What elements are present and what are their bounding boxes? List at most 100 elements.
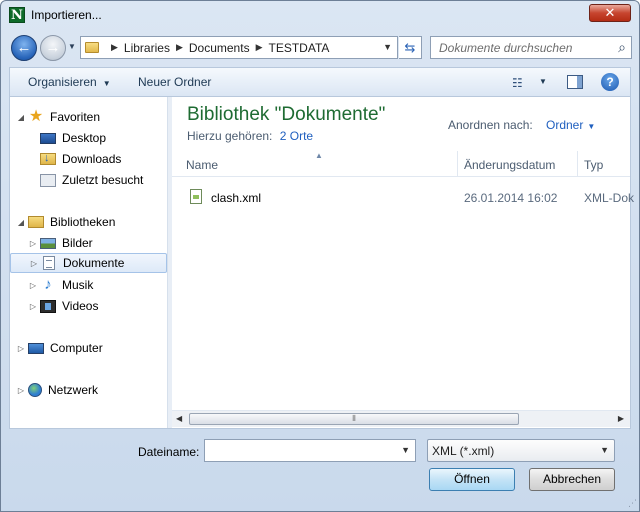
search-input[interactable]: [431, 37, 601, 58]
file-list-pane: Bibliothek "Dokumente" Hierzu gehören: 2…: [172, 97, 634, 428]
refresh-button[interactable]: ⇆: [399, 36, 422, 59]
main-area: ◢ ★ Favoriten Desktop Downloads Zuletzt …: [9, 96, 634, 429]
collapse-arrow-icon[interactable]: ◢: [16, 113, 26, 122]
documents-icon: [43, 256, 55, 270]
sidebar-item-libraries[interactable]: ◢ Bibliotheken: [16, 212, 115, 232]
sidebar-label: Dokumente: [63, 256, 125, 270]
resize-grip-icon[interactable]: ⋰: [628, 498, 637, 509]
search-icon[interactable]: ⌕: [618, 39, 626, 56]
sidebar-label: Videos: [62, 299, 99, 313]
chevron-down-icon: ▼: [102, 79, 111, 88]
library-title: Bibliothek "Dokumente": [187, 104, 386, 125]
organize-menu[interactable]: Organisieren ▼: [28, 75, 111, 89]
expand-arrow-icon[interactable]: ▷: [16, 344, 26, 353]
computer-icon: [28, 342, 44, 354]
folder-icon: [85, 42, 99, 53]
sort-ascending-icon: ▲: [315, 151, 323, 160]
column-date[interactable]: Änderungsdatum: [464, 158, 555, 172]
file-row[interactable]: clash.xml 26.01.2014 16:02 XML-Dok: [182, 186, 634, 208]
sidebar-item-documents[interactable]: ▷ Dokumente: [10, 253, 167, 273]
close-button[interactable]: ✕: [589, 4, 631, 22]
import-dialog: N Importieren... ✕ ← → ▼ ▶ Libraries ▶ D…: [0, 0, 640, 512]
sidebar-item-pictures[interactable]: ▷ Bilder: [28, 233, 93, 253]
window-title: Importieren...: [31, 8, 102, 22]
breadcrumb-libraries[interactable]: Libraries: [124, 41, 170, 55]
recent-pages-dropdown[interactable]: ▼: [68, 42, 76, 51]
library-icon: [28, 216, 44, 228]
help-icon[interactable]: ?: [601, 73, 619, 91]
locations-link[interactable]: 2 Orte: [280, 129, 313, 143]
sidebar-label: Downloads: [62, 152, 122, 166]
file-date: 26.01.2014 16:02: [464, 191, 558, 205]
library-subtitle-label: Hierzu gehören:: [187, 129, 273, 143]
sidebar-item-recent[interactable]: Zuletzt besucht: [28, 170, 143, 190]
back-arrow-icon: ←: [16, 39, 32, 56]
scrollbar-thumb[interactable]: ⦀: [189, 413, 519, 425]
sidebar-item-music[interactable]: ▷ ♪ Musik: [28, 275, 93, 295]
back-button[interactable]: ←: [11, 35, 37, 61]
expand-arrow-icon[interactable]: ▷: [28, 302, 38, 311]
column-type[interactable]: Typ: [584, 158, 603, 172]
filename-combobox[interactable]: ▼: [204, 439, 416, 462]
chevron-down-icon: ▼: [587, 122, 596, 131]
sidebar-item-downloads[interactable]: Downloads: [28, 149, 121, 169]
refresh-icon: ⇆: [404, 40, 416, 55]
arrange-by-dropdown[interactable]: Ordner ▼: [546, 118, 595, 132]
column-name[interactable]: Name: [186, 158, 218, 172]
expand-arrow-icon[interactable]: ▷: [28, 281, 38, 290]
sidebar-item-desktop[interactable]: Desktop: [28, 128, 106, 148]
arrange-by-value: Ordner: [546, 118, 584, 132]
organize-label: Organisieren: [28, 75, 97, 89]
filename-label: Dateiname:: [138, 445, 200, 459]
title-bar[interactable]: N Importieren... ✕: [1, 1, 639, 29]
chevron-down-icon[interactable]: ▼: [401, 445, 410, 455]
column-divider[interactable]: [457, 151, 458, 177]
navigation-pane[interactable]: ◢ ★ Favoriten Desktop Downloads Zuletzt …: [10, 97, 168, 428]
sidebar-label: Bilder: [62, 236, 93, 250]
expand-arrow-icon[interactable]: ▷: [29, 259, 39, 268]
address-bar[interactable]: ▶ Libraries ▶ Documents ▶ TESTDATA ▼: [80, 36, 398, 59]
column-divider[interactable]: [577, 151, 578, 177]
search-box[interactable]: ⌕: [430, 36, 632, 59]
pictures-icon: [40, 237, 56, 249]
network-icon: [28, 383, 42, 397]
forward-button[interactable]: →: [40, 35, 66, 61]
cancel-button[interactable]: Abbrechen: [529, 468, 615, 491]
view-options-icon[interactable]: ☷: [512, 76, 523, 90]
open-button[interactable]: Öffnen: [429, 468, 515, 491]
recent-places-icon: [40, 173, 56, 187]
app-icon: N: [9, 7, 25, 23]
sidebar-item-network[interactable]: ▷ Netzwerk: [16, 380, 98, 400]
collapse-arrow-icon[interactable]: ◢: [16, 218, 26, 227]
new-folder-button[interactable]: Neuer Ordner: [138, 75, 211, 89]
forward-arrow-icon: →: [45, 39, 61, 56]
filetype-value: XML (*.xml): [432, 444, 495, 458]
expand-arrow-icon[interactable]: ▷: [16, 386, 26, 395]
scroll-right-icon[interactable]: ▶: [618, 414, 624, 423]
library-subtitle: Hierzu gehören: 2 Orte: [187, 129, 313, 143]
breadcrumb-testdata[interactable]: TESTDATA: [269, 41, 330, 55]
sidebar-label: Netzwerk: [48, 383, 99, 397]
horizontal-scrollbar[interactable]: ◀ ⦀ ▶: [172, 410, 630, 427]
preview-pane-icon[interactable]: [567, 75, 583, 89]
scroll-left-icon[interactable]: ◀: [176, 414, 182, 423]
sidebar-item-videos[interactable]: ▷ Videos: [28, 296, 99, 316]
breadcrumb-documents[interactable]: Documents: [189, 41, 250, 55]
breadcrumb-chevron-icon[interactable]: ▶: [111, 42, 118, 53]
column-header: ▲ Name Änderungsdatum Typ: [172, 151, 630, 177]
view-dropdown-icon[interactable]: ▼: [539, 77, 547, 86]
breadcrumb-chevron-icon[interactable]: ▶: [256, 42, 263, 53]
desktop-icon: [40, 132, 56, 144]
arrange-by-label: Anordnen nach:: [448, 118, 533, 132]
breadcrumb-chevron-icon[interactable]: ▶: [176, 42, 183, 53]
downloads-folder-icon: [40, 152, 56, 165]
file-type: XML-Dok: [584, 191, 635, 205]
sidebar-item-computer[interactable]: ▷ Computer: [16, 338, 103, 358]
filename-input[interactable]: [205, 440, 395, 461]
sidebar-label: Bibliotheken: [50, 215, 116, 229]
sidebar-item-favorites[interactable]: ◢ ★ Favoriten: [16, 107, 100, 127]
filetype-select[interactable]: XML (*.xml) ▼: [427, 439, 615, 462]
address-dropdown-icon[interactable]: ▼: [383, 42, 392, 52]
sidebar-label: Zuletzt besucht: [62, 173, 144, 187]
expand-arrow-icon[interactable]: ▷: [28, 239, 38, 248]
